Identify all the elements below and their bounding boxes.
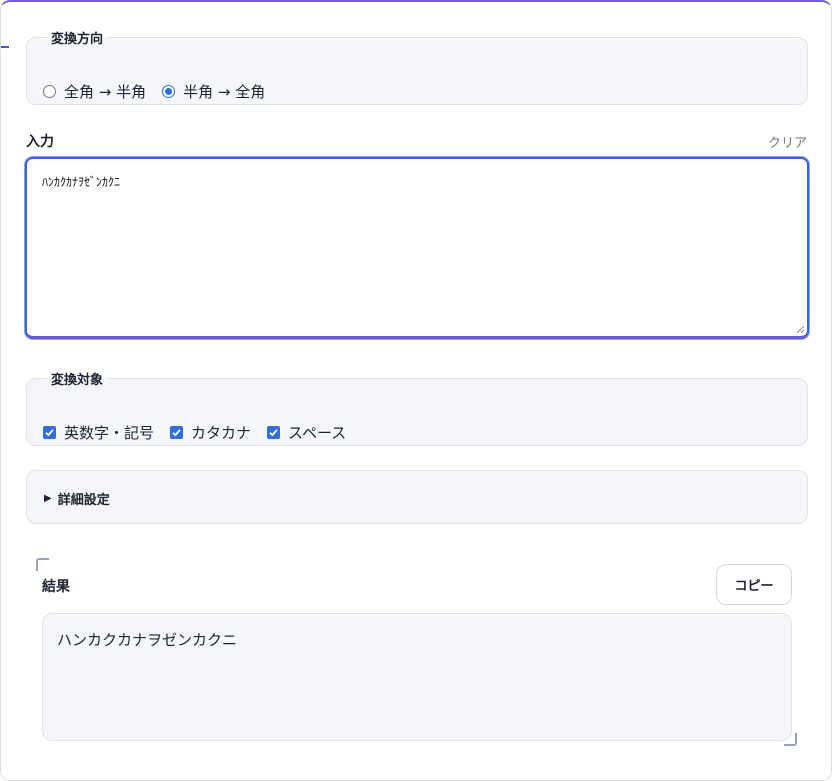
- targets-group: 変換対象 英数字・記号 カタカナ スペース: [26, 369, 808, 446]
- triangle-right-icon: ▶: [44, 493, 52, 504]
- target-options: 英数字・記号 カタカナ スペース: [43, 422, 362, 443]
- result-label: 結果: [42, 579, 70, 595]
- input-textarea[interactable]: ﾊﾝｶｸｶﾅｦｾﾞﾝｶｸﾆ: [25, 157, 809, 339]
- advanced-settings-summary[interactable]: ▶ 詳細設定: [44, 489, 110, 508]
- direction-option-full-to-half[interactable]: 全角 → 半角: [43, 81, 146, 102]
- direction-legend: 変換方向: [51, 32, 104, 47]
- clear-button[interactable]: クリア: [768, 132, 807, 151]
- checkbox-alnum[interactable]: [43, 426, 56, 439]
- direction-options: 全角 → 半角 半角 → 全角: [43, 81, 281, 102]
- check-icon: [172, 429, 181, 437]
- target-option-label: カタカナ: [191, 424, 252, 442]
- target-option-alnum[interactable]: 英数字・記号: [43, 422, 154, 443]
- targets-legend: 変換対象: [51, 373, 104, 388]
- input-value: ﾊﾝｶｸｶﾅｦｾﾞﾝｶｸﾆ: [42, 175, 121, 189]
- check-icon: [45, 429, 54, 437]
- left-accent-mark: [1, 46, 9, 48]
- direction-option-label: 半角 → 全角: [183, 83, 266, 101]
- direction-option-label: 全角 → 半角: [64, 83, 147, 101]
- target-option-label: スペース: [288, 424, 347, 442]
- direction-group: 変換方向 全角 → 半角 半角 → 全角: [26, 28, 808, 105]
- check-icon: [269, 429, 278, 437]
- radio-half-to-full[interactable]: [162, 85, 176, 98]
- checkbox-space[interactable]: [267, 426, 281, 439]
- converter-panel: 変換方向 全角 → 半角 半角 → 全角 入力 クリア ﾊﾝｶｸｶﾅｦｾﾞﾝｶｸ…: [0, 0, 832, 781]
- corner-bracket-top-left: [36, 558, 49, 571]
- target-option-space[interactable]: スペース: [267, 422, 346, 443]
- target-option-label: 英数字・記号: [64, 424, 155, 442]
- result-value: ハンカクカナヲゼンカクニ: [57, 631, 238, 649]
- input-label: 入力: [26, 134, 54, 150]
- resize-grip-icon[interactable]: [796, 325, 805, 334]
- target-option-katakana[interactable]: カタカナ: [170, 422, 251, 443]
- direction-option-half-to-full[interactable]: 半角 → 全角: [162, 81, 265, 102]
- result-output: ハンカクカナヲゼンカクニ: [42, 613, 792, 741]
- corner-bracket-bottom-right: [784, 733, 797, 746]
- copy-button[interactable]: コピー: [716, 564, 792, 605]
- radio-full-to-half[interactable]: [43, 85, 56, 98]
- checkbox-katakana[interactable]: [170, 426, 184, 439]
- advanced-settings[interactable]: ▶ 詳細設定: [26, 470, 808, 524]
- advanced-settings-label: 詳細設定: [57, 493, 110, 508]
